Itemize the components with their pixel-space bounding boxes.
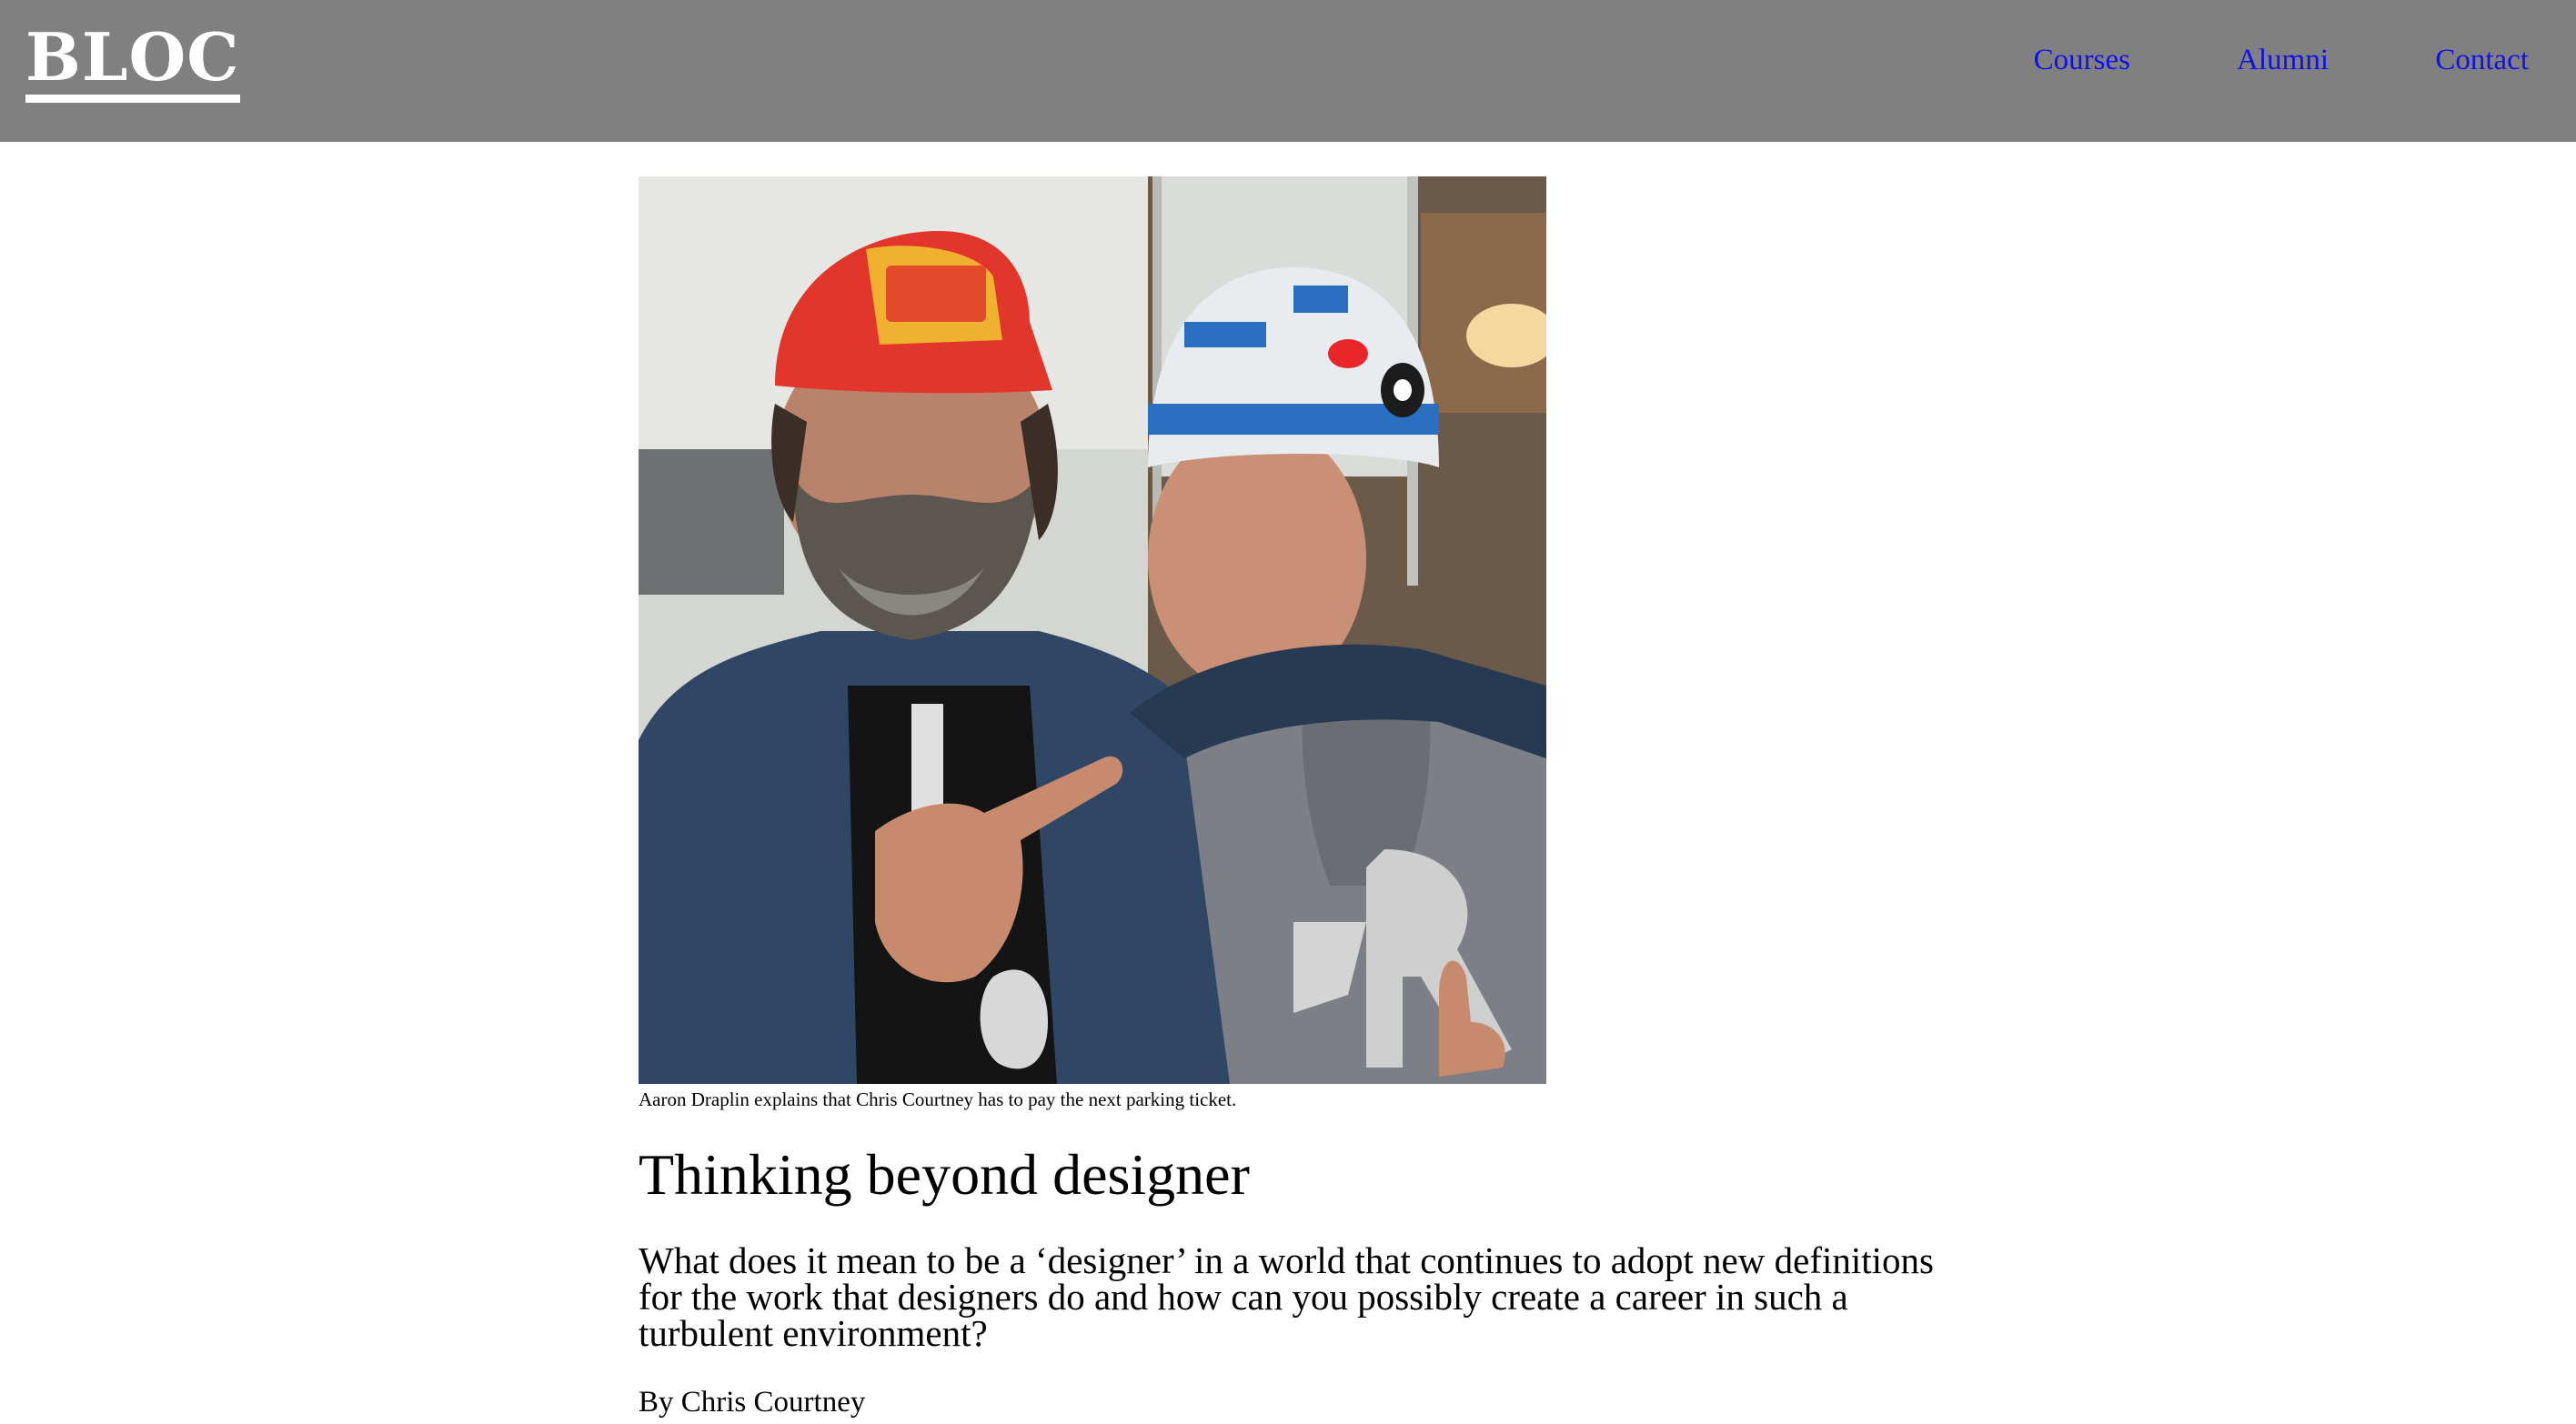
nav-link-courses[interactable]: Courses [2034, 42, 2130, 78]
article-dek: What does it mean to be a ‘designer’ in … [639, 1239, 1934, 1354]
nav-link-alumni[interactable]: Alumni [2237, 42, 2329, 78]
article-byline: By Chris Courtney [639, 1386, 866, 1419]
article-photo [639, 176, 1546, 1084]
bloc-logo-link[interactable]: BLOC [25, 20, 240, 103]
article-headline: Thinking beyond designer [639, 1142, 1250, 1207]
photo-caption: Aaron Draplin explains that Chris Courtn… [639, 1088, 1237, 1110]
article: Aaron Draplin explains that Chris Courtn… [639, 176, 1939, 1420]
nav-link-contact[interactable]: Contact [2435, 42, 2529, 78]
site-header: BLOC Courses Alumni Contact [0, 0, 2576, 142]
